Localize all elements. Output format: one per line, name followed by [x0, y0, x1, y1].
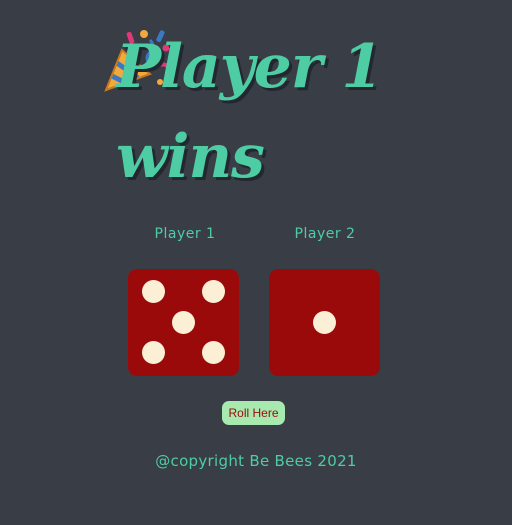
die-pip — [142, 280, 165, 303]
copyright-footer: @copyright Be Bees 2021 — [155, 452, 357, 470]
die-pip — [142, 341, 165, 364]
die-pip — [202, 341, 225, 364]
player-1-label: Player 1 — [154, 226, 216, 242]
player-2-label: Player 2 — [294, 226, 356, 242]
winner-title: Player 1 wins — [0, 22, 512, 202]
die-pip — [202, 280, 225, 303]
winner-title-text: Player 1 wins — [116, 32, 383, 192]
die-pip — [172, 311, 195, 334]
roll-button[interactable]: Roll Here — [222, 401, 285, 425]
player-2-die — [269, 269, 380, 376]
die-pip — [313, 311, 336, 334]
player-1-die — [128, 269, 239, 376]
